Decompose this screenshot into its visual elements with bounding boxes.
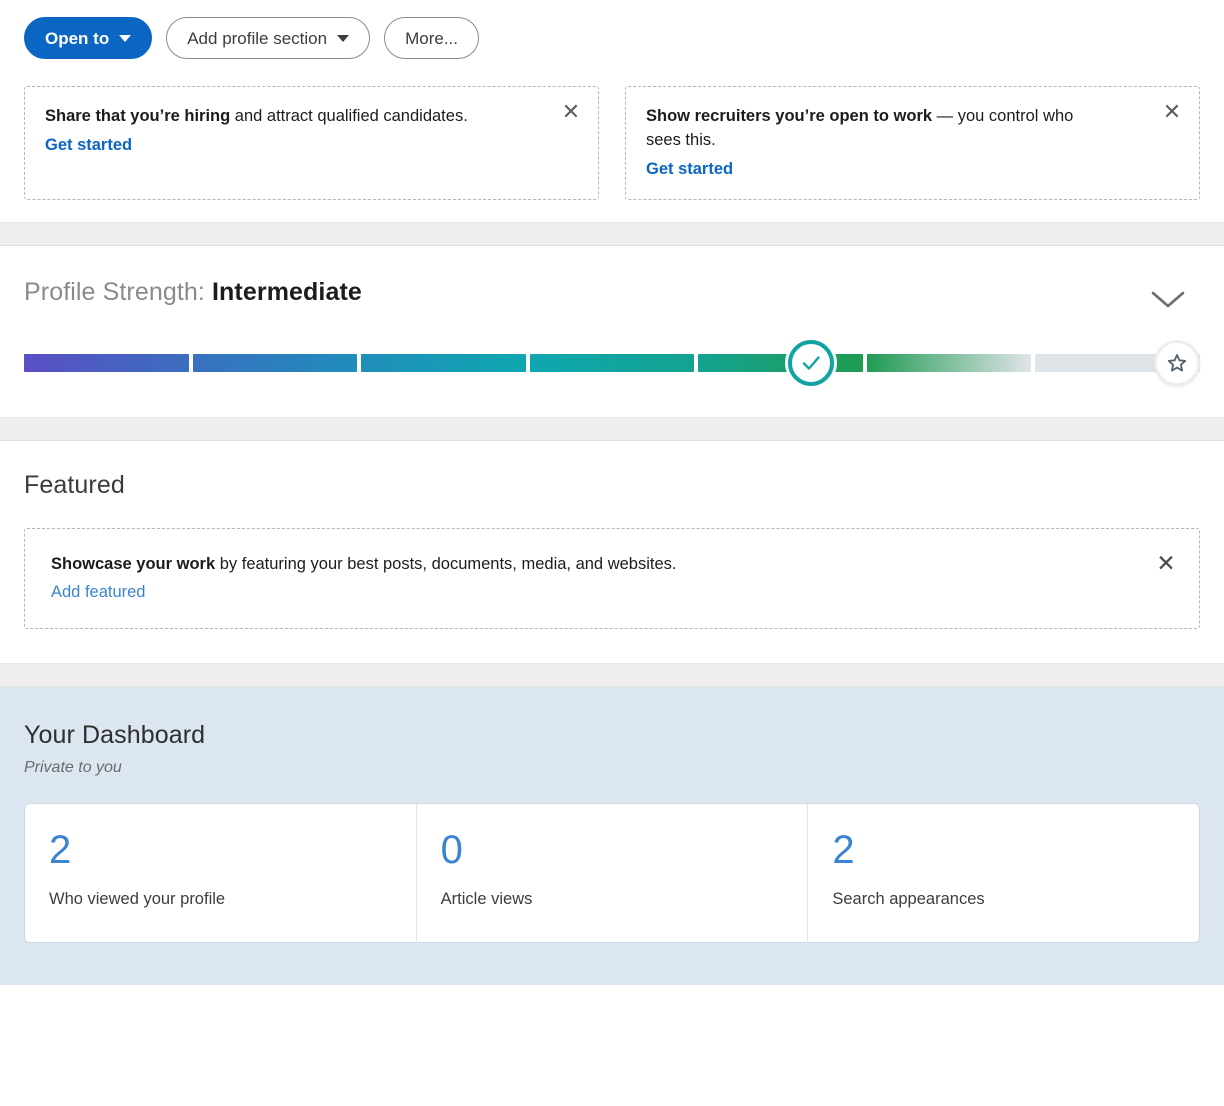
dashboard-stats-row: 2 Who viewed your profile 0 Article view…	[24, 803, 1200, 943]
stat-value: 2	[49, 830, 416, 870]
profile-strength-title: Profile Strength: Intermediate	[24, 278, 1200, 307]
open-to-button[interactable]: Open to	[24, 17, 152, 59]
add-profile-section-label: Add profile section	[187, 30, 327, 47]
section-divider	[0, 222, 1224, 246]
stat-label: Who viewed your profile	[49, 890, 416, 909]
featured-card-bold: Showcase your work	[51, 555, 215, 573]
dashboard-section: Your Dashboard Private to you 2 Who view…	[0, 687, 1224, 985]
profile-strength-label: Profile Strength:	[24, 278, 205, 306]
promo-hiring-get-started-link[interactable]: Get started	[45, 136, 132, 155]
check-icon	[799, 351, 823, 375]
featured-card-rest: by featuring your best posts, documents,…	[215, 555, 676, 573]
expand-profile-strength-button[interactable]	[1146, 286, 1190, 312]
stat-article-views[interactable]: 0 Article views	[417, 804, 809, 942]
add-profile-section-button[interactable]: Add profile section	[166, 17, 370, 59]
stat-value: 2	[832, 830, 1199, 870]
featured-heading: Featured	[24, 471, 1200, 500]
close-icon[interactable]: ✕	[1153, 551, 1179, 577]
progress-segment	[193, 354, 358, 372]
profile-strength-star-badge	[1154, 340, 1200, 386]
progress-segment	[698, 354, 863, 372]
promo-cards-row: Share that you’re hiring and attract qua…	[0, 60, 1224, 200]
stat-value: 0	[441, 830, 808, 870]
more-label: More...	[405, 30, 458, 47]
promo-card-hiring: Share that you’re hiring and attract qua…	[24, 86, 599, 200]
profile-strength-progress	[24, 343, 1200, 383]
dashboard-heading: Your Dashboard	[24, 721, 1200, 750]
open-to-label: Open to	[45, 30, 109, 47]
stat-who-viewed-your-profile[interactable]: 2 Who viewed your profile	[25, 804, 417, 942]
progress-segment	[867, 354, 1032, 372]
promo-card-open-to-work: Show recruiters you’re open to work — yo…	[625, 86, 1200, 200]
more-button[interactable]: More...	[384, 17, 479, 59]
promo-hiring-bold: Share that you’re hiring	[45, 107, 230, 125]
progress-bar-track	[24, 354, 1200, 372]
chevron-down-icon	[1146, 286, 1190, 312]
stat-label: Search appearances	[832, 890, 1199, 909]
profile-actions-toolbar: Open to Add profile section More...	[0, 0, 1224, 60]
featured-empty-card: Showcase your work by featuring your bes…	[24, 528, 1200, 629]
dashboard-privacy-note: Private to you	[24, 759, 1200, 777]
stat-search-appearances[interactable]: 2 Search appearances	[808, 804, 1199, 942]
promo-hiring-text: Share that you’re hiring and attract qua…	[45, 105, 485, 129]
progress-segment	[361, 354, 526, 372]
profile-strength-check-badge	[788, 340, 834, 386]
close-icon[interactable]: ✕	[558, 99, 584, 125]
profile-strength-section: Profile Strength: Intermediate	[0, 246, 1224, 417]
promo-open-to-work-text: Show recruiters you’re open to work — yo…	[646, 105, 1086, 153]
chevron-down-icon	[337, 35, 349, 42]
promo-hiring-rest: and attract qualified candidates.	[230, 107, 468, 125]
stat-label: Article views	[441, 890, 808, 909]
section-divider	[0, 417, 1224, 441]
chevron-down-icon	[119, 35, 131, 42]
progress-segment	[24, 354, 189, 372]
add-featured-link[interactable]: Add featured	[51, 583, 146, 602]
profile-strength-level: Intermediate	[212, 278, 362, 306]
section-divider	[0, 663, 1224, 687]
close-icon[interactable]: ✕	[1159, 99, 1185, 125]
promo-open-to-work-get-started-link[interactable]: Get started	[646, 160, 733, 179]
featured-section: Featured Showcase your work by featuring…	[0, 441, 1224, 663]
promo-open-to-work-bold: Show recruiters you’re open to work	[646, 107, 932, 125]
profile-page: Open to Add profile section More... Shar…	[0, 0, 1224, 1106]
progress-segment	[530, 354, 695, 372]
star-icon	[1166, 352, 1188, 374]
featured-card-text: Showcase your work by featuring your bes…	[51, 553, 1051, 577]
